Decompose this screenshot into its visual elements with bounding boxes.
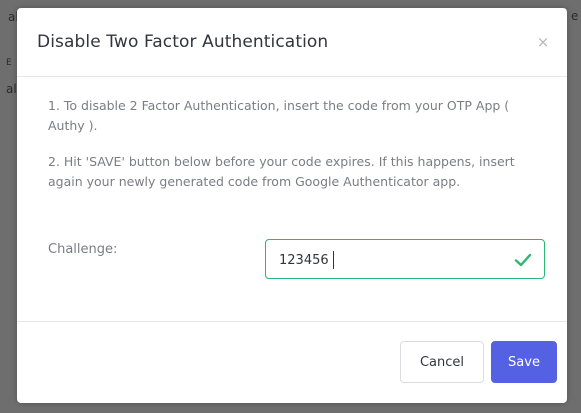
challenge-field bbox=[265, 239, 545, 279]
text-cursor bbox=[333, 251, 334, 269]
save-button[interactable]: Save bbox=[491, 341, 557, 383]
challenge-input[interactable] bbox=[279, 250, 489, 270]
checkmark-icon bbox=[514, 253, 532, 267]
close-icon[interactable]: × bbox=[535, 34, 551, 50]
challenge-label: Challenge: bbox=[48, 242, 118, 257]
cancel-button[interactable]: Cancel bbox=[400, 341, 484, 383]
background-text-fragment: al bbox=[6, 82, 17, 96]
dialog-title: Disable Two Factor Authentication bbox=[37, 32, 329, 52]
dialog-body: 1. To disable 2 Factor Authentication, i… bbox=[17, 77, 567, 322]
instruction-step-2: 2. Hit 'SAVE' button below before your c… bbox=[48, 154, 515, 189]
dialog-footer: Cancel Save bbox=[17, 322, 567, 403]
background-text-fragment: E bbox=[6, 58, 12, 68]
disable-2fa-dialog: Disable Two Factor Authentication × 1. T… bbox=[17, 8, 567, 403]
instruction-step-1: 1. To disable 2 Factor Authentication, i… bbox=[48, 98, 510, 133]
dialog-header: Disable Two Factor Authentication × bbox=[17, 8, 567, 77]
background-text-fragment: e bbox=[571, 9, 579, 23]
